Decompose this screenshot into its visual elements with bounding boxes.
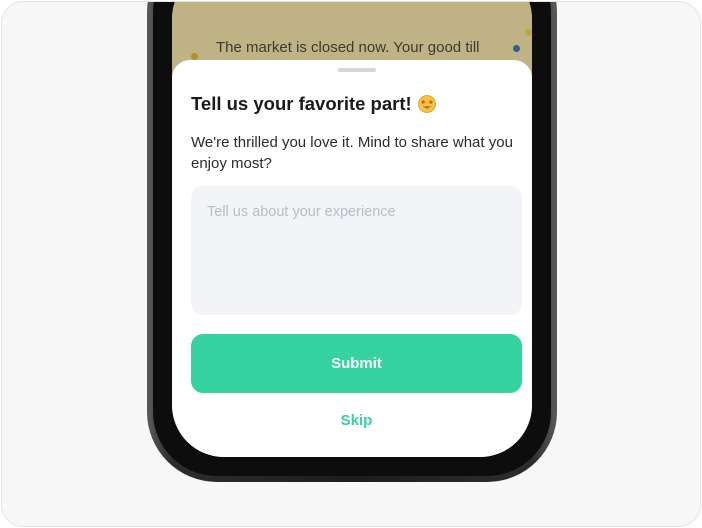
background-dot [513, 45, 520, 52]
star-struck-emoji-icon [417, 95, 436, 113]
feedback-placeholder: Tell us about your experience [207, 204, 396, 220]
sheet-grabber[interactable] [338, 68, 376, 72]
sheet-title: Tell us your favorite part! [191, 93, 412, 114]
background-dot [191, 53, 198, 60]
market-closed-banner: The market is closed now. Your good till [216, 39, 480, 56]
title-row: Tell us your favorite part! [191, 93, 436, 115]
submit-button-label: Submit [331, 355, 382, 372]
background-dot [525, 29, 532, 36]
sheet-subtitle: We're thrilled you love it. Mind to shar… [191, 134, 513, 172]
skip-button[interactable]: Skip [191, 412, 522, 429]
device-frame: The market is closed now. Your good till… [1, 1, 701, 527]
phone-screen: The market is closed now. Your good till… [172, 2, 532, 457]
submit-button[interactable]: Submit [191, 334, 522, 393]
phone-bezel: The market is closed now. Your good till… [153, 2, 551, 476]
phone-body: The market is closed now. Your good till… [147, 2, 557, 482]
feedback-bottom-sheet: Tell us your favorite part! We're thrill… [172, 60, 532, 457]
feedback-textarea[interactable]: Tell us about your experience [191, 186, 522, 315]
